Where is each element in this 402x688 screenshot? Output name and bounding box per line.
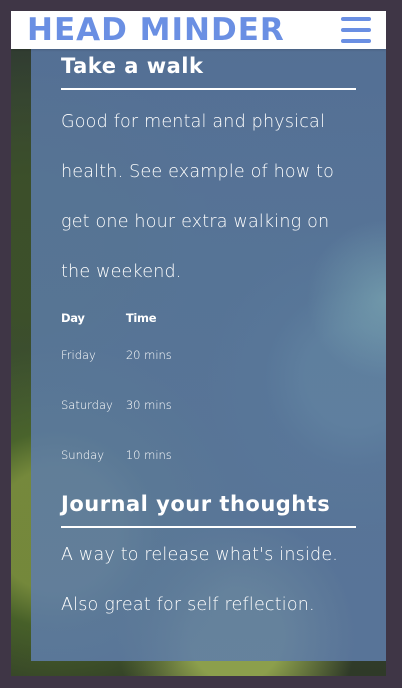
- cell-time: 30 mins: [125, 398, 172, 412]
- table-header-row: Day Time: [61, 305, 185, 330]
- journal-line-1: A way to release what's inside.: [61, 545, 339, 565]
- cell-time: 20 mins: [125, 348, 172, 362]
- table-row: Saturday 30 mins: [61, 380, 185, 430]
- menu-bar-line: [341, 17, 371, 21]
- table-row: Friday 20 mins: [61, 330, 185, 380]
- brand-logo[interactable]: HEAD MINDER: [27, 11, 285, 49]
- app-viewport: HEAD MINDER Take a walk Good for mental …: [11, 11, 386, 676]
- journal-line-2: Also great for self reflection.: [61, 595, 315, 615]
- content-panel: Take a walk Good for mental and physical…: [31, 49, 386, 661]
- hamburger-menu-icon[interactable]: [341, 17, 371, 43]
- cell-day: Sunday: [61, 448, 105, 462]
- cell-day: Saturday: [61, 398, 113, 412]
- cell-day: Friday: [61, 348, 96, 362]
- cell-time: 10 mins: [125, 448, 172, 462]
- walk-schedule-table: Day Time Friday 20 mins Saturday 30 mins…: [61, 305, 185, 480]
- table-row: Sunday 10 mins: [61, 430, 185, 480]
- top-navbar: HEAD MINDER: [11, 11, 386, 49]
- column-header-time: Time: [125, 310, 157, 325]
- section-title-journal: Journal your thoughts: [61, 492, 356, 528]
- menu-bar-line: [341, 28, 371, 32]
- menu-bar-line: [341, 39, 371, 43]
- walk-description: Good for mental and physical health. See…: [61, 112, 335, 282]
- section-title-walk: Take a walk: [61, 49, 356, 90]
- column-header-day: Day: [61, 310, 85, 325]
